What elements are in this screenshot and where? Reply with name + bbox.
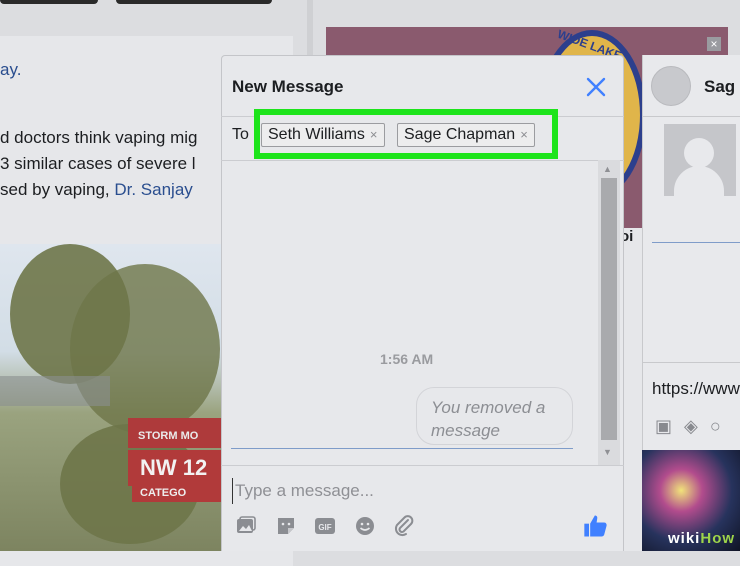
attachment-icon[interactable] <box>392 514 416 538</box>
side-chat-name[interactable]: Sag <box>704 77 735 97</box>
author-link[interactable]: Dr. Sanjay <box>114 180 192 199</box>
sticker-icon[interactable] <box>274 514 298 538</box>
ad-close-icon[interactable]: × <box>707 37 721 51</box>
recipient-name: Seth Williams <box>268 126 365 143</box>
gif-icon[interactable]: ○ <box>710 416 733 436</box>
divider <box>221 160 624 161</box>
news-headline: NW 12 <box>140 455 208 480</box>
remove-recipient-icon[interactable]: × <box>520 127 528 142</box>
feed-post-text: d doctors think vaping mig <box>0 128 198 147</box>
emoji-icon[interactable] <box>353 514 377 538</box>
scroll-down-icon[interactable]: ▼ <box>603 447 612 457</box>
message-timestamp: 1:56 AM <box>380 351 434 367</box>
side-chat-toolbar: ▣◈○ <box>655 416 733 437</box>
recipient-chip[interactable]: Sage Chapman × <box>397 123 535 147</box>
news-category: CATEGO <box>140 487 187 499</box>
to-label: To <box>232 126 249 143</box>
news-tag: STORM MO <box>138 430 199 442</box>
svg-text:GIF: GIF <box>318 523 331 532</box>
feed-thumbnail <box>0 0 98 4</box>
sticker-icon[interactable]: ◈ <box>684 416 710 436</box>
remove-recipient-icon[interactable]: × <box>370 127 378 142</box>
recipient-chip[interactable]: Seth Williams × <box>261 123 385 147</box>
gif-icon[interactable]: GIF <box>313 514 337 538</box>
avatar[interactable] <box>651 66 691 106</box>
divider <box>642 362 740 363</box>
news-video-thumbnail[interactable] <box>0 244 222 551</box>
divider <box>221 465 624 466</box>
profile-placeholder-icon <box>684 138 714 168</box>
photo-icon[interactable] <box>234 514 258 538</box>
photo-icon[interactable]: ▣ <box>655 416 684 436</box>
feed-link[interactable]: ay. <box>0 60 21 80</box>
feed-thumbnail <box>116 0 272 4</box>
wikihow-watermark: wikiHow <box>668 530 736 547</box>
recipient-name: Sage Chapman <box>404 126 516 143</box>
divider <box>642 116 740 117</box>
scrollbar-thumb[interactable] <box>601 178 617 440</box>
feed-post-text: sed by vaping, Dr. Sanjay <box>0 180 193 199</box>
thumbs-up-icon[interactable] <box>582 512 610 540</box>
window-title: New Message <box>232 77 344 96</box>
divider <box>231 448 573 449</box>
side-chat-input[interactable]: https://www <box>652 379 740 399</box>
close-icon[interactable] <box>584 75 608 99</box>
divider <box>652 242 740 243</box>
message-input[interactable] <box>232 478 582 504</box>
feed-post-text: 3 similar cases of severe l <box>0 154 196 173</box>
scroll-up-icon[interactable]: ▲ <box>603 164 612 174</box>
removed-message-bubble: You removed a message <box>416 387 573 445</box>
